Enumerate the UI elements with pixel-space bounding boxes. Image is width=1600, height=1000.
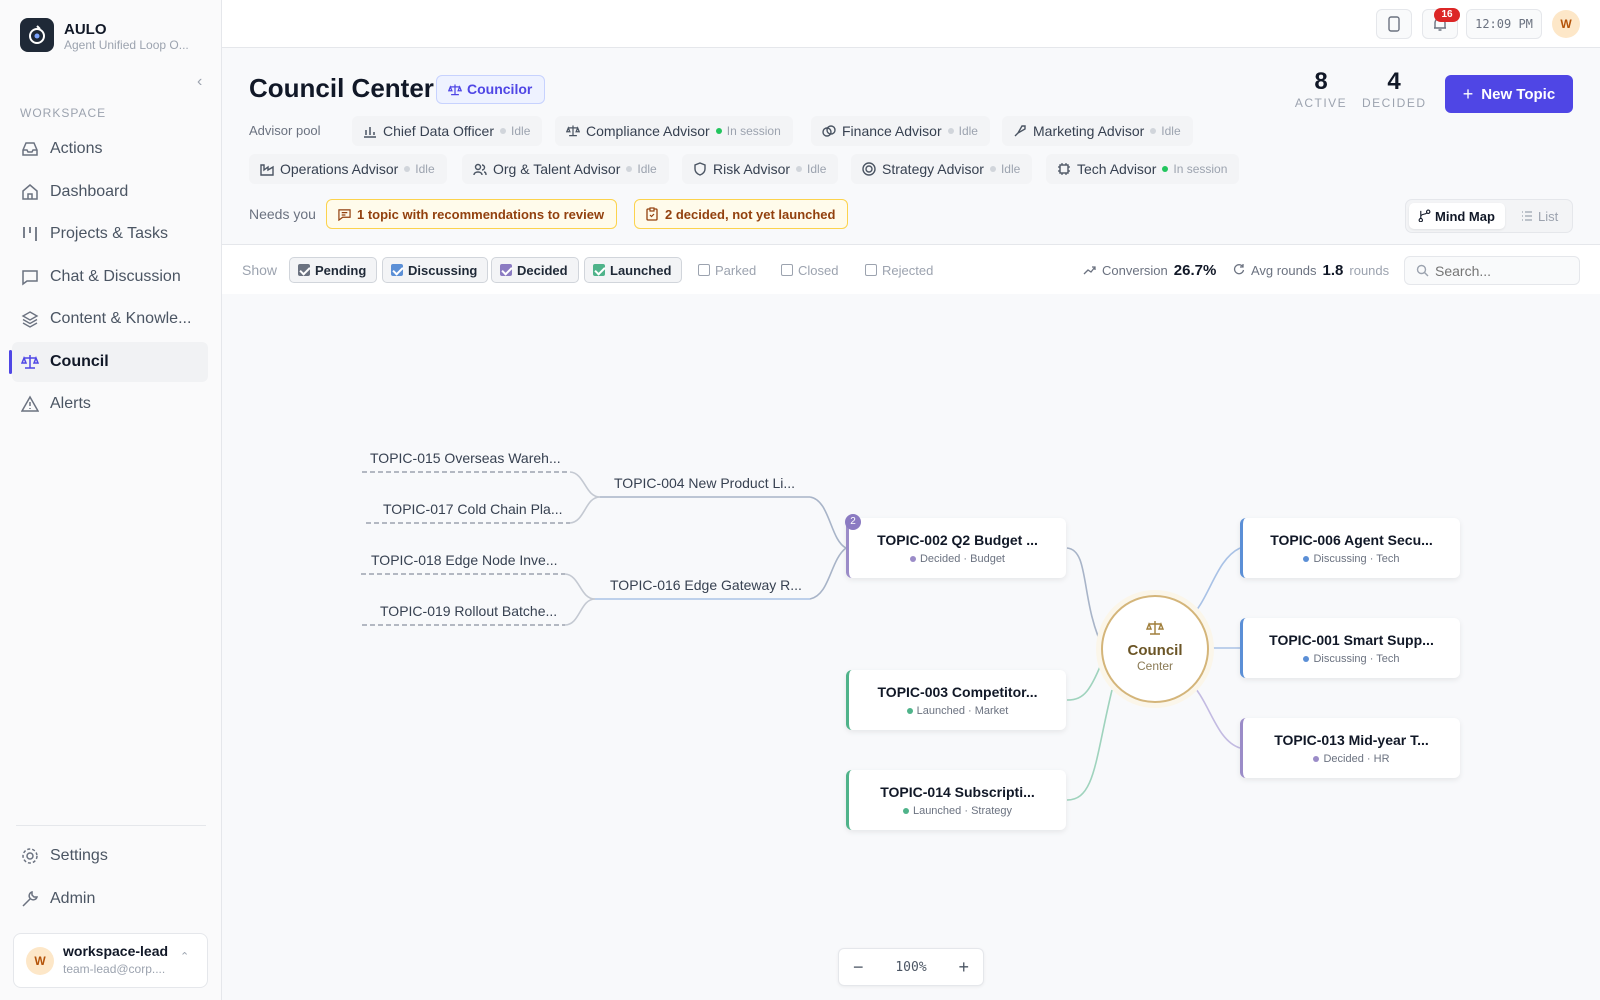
- topic-status-text: Discussing: [1313, 653, 1367, 665]
- child-count-badge: 2: [845, 514, 861, 530]
- zoom-level: 100%: [895, 959, 927, 975]
- topic-title: TOPIC-006 Agent Secu...: [1270, 532, 1433, 548]
- mindmap-leaf[interactable]: TOPIC-015 Overseas Wareh...: [370, 450, 561, 466]
- center-subtitle: Center: [1136, 659, 1174, 673]
- mindmap-leaf[interactable]: TOPIC-018 Edge Node Inve...: [371, 552, 558, 568]
- topic-status: Discussing · Tech: [1243, 553, 1460, 565]
- mindmap-leaf[interactable]: TOPIC-017 Cold Chain Pla...: [383, 501, 563, 517]
- topic-node[interactable]: TOPIC-013 Mid-year T... Decided · HR: [1240, 718, 1460, 778]
- topic-status-text: Decided: [919, 553, 961, 565]
- topic-status-text: Launched: [912, 805, 962, 817]
- council-center-node[interactable]: Council Center: [1101, 595, 1209, 703]
- topic-node[interactable]: TOPIC-001 Smart Supp... Discussing · Tec…: [1240, 618, 1460, 678]
- topic-status: Launched · Market: [849, 705, 1066, 717]
- topic-title: TOPIC-014 Subscripti...: [880, 784, 1035, 800]
- zoom-control: − 100% +: [838, 948, 984, 986]
- topic-status: Decided · HR: [1243, 753, 1460, 765]
- mindmap-leaf[interactable]: TOPIC-019 Rollout Batche...: [380, 603, 557, 619]
- topic-category: Tech: [1376, 553, 1400, 565]
- topic-title: TOPIC-002 Q2 Budget ...: [877, 532, 1038, 548]
- topic-status: Launched · Strategy: [849, 805, 1066, 817]
- topic-node[interactable]: TOPIC-014 Subscripti... Launched · Strat…: [846, 770, 1066, 830]
- topic-category: Market: [974, 705, 1009, 717]
- mindmap-connectors: [361, 471, 1241, 801]
- zoom-in-button[interactable]: +: [958, 957, 969, 978]
- topic-title: TOPIC-013 Mid-year T...: [1274, 732, 1429, 748]
- topic-category: Tech: [1376, 653, 1400, 665]
- topic-node[interactable]: TOPIC-006 Agent Secu... Discussing · Tec…: [1240, 518, 1460, 578]
- topic-status: Discussing · Tech: [1243, 653, 1460, 665]
- topic-category: Strategy: [971, 805, 1013, 817]
- topic-status: Decided · Budget: [849, 553, 1066, 565]
- mindmap-branch[interactable]: TOPIC-016 Edge Gateway R...: [610, 577, 802, 593]
- scales-icon: [1145, 621, 1165, 635]
- topic-status-text: Discussing: [1313, 553, 1367, 565]
- center-title: Council: [1127, 642, 1183, 659]
- topic-node[interactable]: TOPIC-003 Competitor... Launched · Marke…: [846, 670, 1066, 730]
- zoom-out-button[interactable]: −: [853, 957, 864, 978]
- mindmap-branch[interactable]: TOPIC-004 New Product Li...: [614, 475, 795, 491]
- topic-status-text: Decided: [1323, 753, 1364, 765]
- topic-status-text: Launched: [916, 705, 965, 717]
- topic-node[interactable]: TOPIC-002 Q2 Budget ... Decided · Budget: [846, 518, 1066, 578]
- topic-title: TOPIC-003 Competitor...: [877, 684, 1038, 700]
- topic-title: TOPIC-001 Smart Supp...: [1269, 632, 1434, 648]
- topic-category: HR: [1373, 753, 1390, 765]
- topic-category: Budget: [970, 553, 1005, 565]
